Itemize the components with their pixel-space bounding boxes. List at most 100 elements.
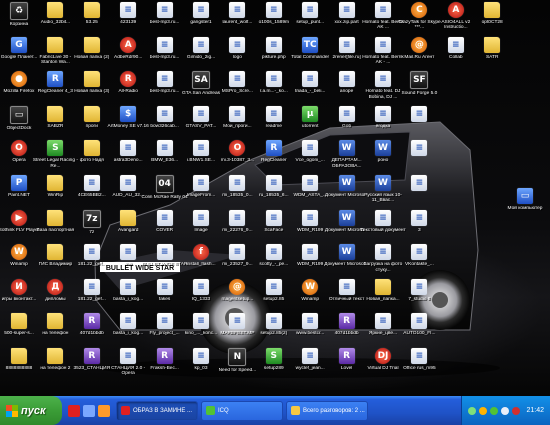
red-file-icon: A bbox=[447, 2, 464, 18]
word-file-icon: W bbox=[375, 175, 391, 191]
opera-icon[interactable] bbox=[68, 404, 80, 417]
doc-file-icon: ≡ bbox=[229, 71, 246, 88]
clock[interactable]: 21:42 bbox=[526, 407, 544, 414]
doc-file-icon: ≡ bbox=[338, 2, 355, 18]
dark-file-icon: 7z bbox=[82, 209, 101, 228]
folder-file-icon bbox=[47, 175, 64, 191]
doc-file-icon: ≡ bbox=[156, 2, 173, 18]
tray-security-icon[interactable] bbox=[512, 406, 521, 415]
folder-file-icon bbox=[47, 105, 64, 122]
red-file-icon: f bbox=[193, 244, 209, 261]
word-file-icon: W bbox=[338, 175, 355, 191]
dark-file-icon: SF bbox=[410, 71, 429, 90]
doc-file-icon: ≡ bbox=[193, 313, 209, 330]
purple-file-icon: R bbox=[156, 348, 173, 364]
orange-file-icon: W bbox=[11, 244, 27, 261]
doc-file-icon: ≡ bbox=[156, 278, 173, 295]
folder-file-icon bbox=[47, 2, 64, 18]
folder-file-icon bbox=[47, 36, 64, 53]
red-file-icon: O bbox=[11, 140, 27, 157]
folder-file-icon bbox=[83, 105, 100, 122]
red-file-icon: Д bbox=[47, 278, 64, 295]
doc-file-icon: ≡ bbox=[302, 244, 319, 261]
doc-file-icon: ≡ bbox=[302, 140, 319, 157]
doc-file-icon: ≡ bbox=[156, 209, 173, 226]
desktop-icon[interactable] bbox=[83, 404, 95, 417]
doc-file-icon: ≡ bbox=[411, 278, 428, 295]
doc-file-icon: ≡ bbox=[120, 244, 137, 261]
orange-file-icon: W bbox=[302, 278, 319, 295]
purple-file-icon: R bbox=[83, 313, 100, 330]
green-file-icon: S bbox=[47, 140, 64, 157]
computer-icon: ▭ bbox=[517, 188, 533, 204]
doc-file-icon: ≡ bbox=[265, 278, 282, 295]
doc-file-icon: ≡ bbox=[193, 2, 209, 18]
doc-file-icon: ≡ bbox=[411, 244, 428, 261]
folder-file-icon bbox=[83, 71, 100, 88]
desktop-icon[interactable]: SATR bbox=[471, 35, 513, 77]
tray-volume-icon[interactable] bbox=[501, 406, 510, 415]
start-button[interactable]: пуск bbox=[0, 396, 62, 425]
desktop-icon[interactable]: ≡ Office rus_m95 bbox=[398, 346, 440, 388]
taskbar-button[interactable]: ICQ bbox=[201, 400, 283, 421]
red-file-icon: A bbox=[120, 36, 137, 53]
doc-file-icon: ≡ bbox=[375, 244, 391, 261]
word-file-icon: W bbox=[338, 244, 355, 261]
doc-file-icon: ≡ bbox=[156, 36, 173, 53]
doc-file-icon: ≡ bbox=[302, 348, 319, 364]
red-file-icon: DJ bbox=[375, 348, 391, 364]
doc-file-icon: ≡ bbox=[265, 175, 282, 191]
dark-file-icon: 04 bbox=[155, 175, 174, 193]
doc-file-icon: ≡ bbox=[338, 105, 355, 122]
doc-file-icon: ≡ bbox=[375, 209, 391, 226]
windows-flag-icon bbox=[6, 404, 18, 417]
red-file-icon: O bbox=[229, 140, 246, 157]
doc-file-icon: ≡ bbox=[120, 348, 137, 364]
desktop-icon-label: VKontakte_... bbox=[404, 262, 434, 268]
red-file-icon: ▶ bbox=[11, 209, 27, 226]
folder-file-icon bbox=[47, 244, 64, 261]
doc-file-icon: ≡ bbox=[83, 244, 100, 261]
task-app-icon bbox=[291, 406, 300, 415]
task-app-icon bbox=[206, 406, 215, 415]
doc-file-icon: ≡ bbox=[229, 209, 246, 226]
folder-file-icon bbox=[47, 209, 64, 226]
doc-file-icon: ≡ bbox=[156, 313, 173, 330]
doc-file-icon: ≡ bbox=[411, 105, 428, 122]
tray-icq-icon[interactable] bbox=[490, 406, 499, 415]
doc-file-icon: ≡ bbox=[83, 175, 100, 191]
orange-file-icon: @ bbox=[229, 278, 246, 295]
doc-file-icon: ≡ bbox=[83, 278, 100, 295]
doc-file-icon: ≡ bbox=[120, 278, 137, 295]
exe-file-icon: P bbox=[11, 175, 27, 191]
word-file-icon: W bbox=[375, 140, 391, 157]
doc-file-icon: ≡ bbox=[265, 313, 282, 330]
desktop-icon-label: 7_studio 8 bbox=[408, 296, 431, 302]
doc-file-icon: ≡ bbox=[338, 36, 355, 53]
folder-file-icon bbox=[83, 140, 100, 157]
folder-file-icon bbox=[484, 36, 501, 53]
taskbar-button[interactable]: Всего разговоров: 2 ... bbox=[286, 400, 368, 421]
doc-file-icon: ≡ bbox=[229, 313, 246, 330]
folder-file-icon bbox=[47, 313, 64, 330]
folder-file-icon bbox=[83, 2, 100, 18]
orange-file-icon: C bbox=[411, 2, 428, 18]
exe-file-icon: R bbox=[47, 71, 64, 88]
doc-file-icon: ≡ bbox=[302, 2, 319, 18]
desktop[interactable]: BULLET WIDE STAR ♻ Корзина G Google Планет.… bbox=[0, 0, 550, 396]
green-file-icon: µ bbox=[302, 105, 319, 122]
doc-file-icon: ≡ bbox=[302, 209, 319, 226]
tray-agent-icon[interactable] bbox=[479, 406, 488, 415]
doc-file-icon: ≡ bbox=[265, 36, 282, 53]
purple-file-icon: R bbox=[83, 348, 100, 364]
doc-file-icon: ≡ bbox=[447, 36, 464, 53]
doc-file-icon: ≡ bbox=[375, 71, 391, 88]
desktop-icon-label: SATR bbox=[485, 54, 499, 60]
my-computer-icon[interactable]: ▭ Мой компьютер bbox=[504, 186, 546, 228]
winamp-icon[interactable] bbox=[98, 404, 110, 417]
tray-network-icon[interactable] bbox=[468, 406, 477, 415]
dark-file-icon: ♻ bbox=[10, 2, 28, 20]
doc-file-icon: ≡ bbox=[265, 2, 282, 18]
doc-file-icon: ≡ bbox=[265, 105, 282, 122]
taskbar-button[interactable]: ОБРАЗ В ЗАМИНЕ ... bbox=[116, 400, 198, 421]
